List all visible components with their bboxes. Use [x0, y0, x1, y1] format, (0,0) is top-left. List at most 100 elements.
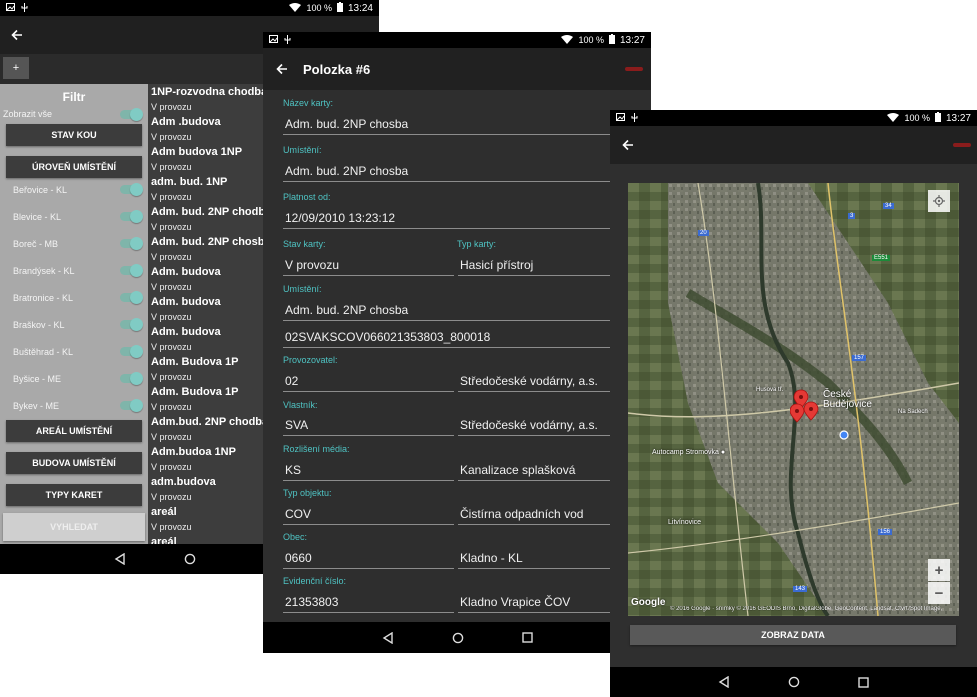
typ-label: Typ karty:: [457, 239, 497, 249]
road-shield-157: 157: [852, 355, 867, 361]
app-bar: Polozka #6: [263, 48, 651, 90]
battery-icon: [934, 112, 941, 124]
wifi-icon: [561, 34, 574, 46]
obec-code-field[interactable]: 0660: [283, 549, 454, 569]
kod-field[interactable]: 02SVAKSCOV066021353803_800018: [283, 328, 610, 348]
location-filter-item[interactable]: Blevice - KL: [0, 203, 148, 230]
location-pin-icon[interactable]: [790, 403, 805, 423]
wifi-icon: [887, 112, 900, 124]
budova-umisteni-button[interactable]: BUDOVA UMÍSTĚNÍ: [6, 452, 142, 474]
location-filter-item[interactable]: Bratronice - KL: [0, 284, 148, 311]
nav-home-icon[interactable]: [452, 632, 464, 644]
evid-code-field[interactable]: 21353803: [283, 593, 454, 613]
vyhledat-button[interactable]: VYHLEDAT: [3, 513, 145, 541]
typy-karet-button[interactable]: TYPY KARET: [6, 484, 142, 506]
status-bar: 100 % 13:27: [610, 110, 977, 126]
nav-back-icon[interactable]: [382, 631, 394, 644]
show-all-toggle[interactable]: [120, 107, 143, 121]
location-toggle[interactable]: [120, 318, 143, 331]
location-filter-item[interactable]: Braškov - KL: [0, 311, 148, 338]
back-arrow-icon[interactable]: [8, 26, 26, 44]
nav-home-icon[interactable]: [184, 553, 196, 565]
my-location-button[interactable]: [928, 190, 950, 212]
app-logo-icon: [953, 143, 971, 147]
status-bar: 100 % 13:27: [263, 32, 651, 48]
location-filter-item[interactable]: Boreč - MB: [0, 230, 148, 257]
evid-name-field[interactable]: Kladno Vrapice ČOV: [458, 593, 610, 613]
vlastnik-label: Vlastník:: [283, 400, 318, 410]
umisteni-field[interactable]: Adm. bud. 2NP chosba: [283, 162, 610, 182]
usb-icon: [284, 34, 291, 46]
location-label: Blevice - KL: [13, 211, 62, 222]
road-shield-143: 143: [793, 586, 808, 592]
typ-field[interactable]: Hasicí přístroj: [458, 256, 610, 276]
location-toggle[interactable]: [120, 372, 143, 385]
status-bar: 100 % 13:24: [0, 0, 379, 16]
location-toggle[interactable]: [120, 345, 143, 358]
vlastnik-code-field[interactable]: SVA: [283, 416, 454, 436]
location-toggle[interactable]: [120, 399, 143, 412]
battery-percent: 100 %: [306, 3, 332, 13]
back-arrow-icon[interactable]: [273, 60, 291, 78]
provozovatel-code-field[interactable]: 02: [283, 372, 454, 392]
rozliseni-name-field[interactable]: Kanalizace splašková: [458, 461, 610, 481]
nav-back-icon[interactable]: [114, 553, 126, 565]
show-data-button[interactable]: ZOBRAZ DATA: [630, 625, 956, 645]
location-filter-item[interactable]: Brandýsek - KL: [0, 257, 148, 284]
stav-field[interactable]: V provozu: [283, 256, 454, 276]
road-shield-20: 20: [698, 230, 709, 236]
location-pin-icon[interactable]: [803, 401, 819, 421]
provozovatel-name-field[interactable]: Středočeské vodárny, a.s.: [458, 372, 610, 392]
location-toggle[interactable]: [120, 210, 143, 223]
nav-recents-icon[interactable]: [858, 676, 869, 688]
location-label: Boreč - MB: [13, 238, 59, 249]
google-logo: Google: [631, 597, 666, 608]
usb-icon: [21, 2, 28, 14]
location-filter-item[interactable]: Bykev - ME: [0, 392, 148, 419]
map-attribution[interactable]: © 2016 Google · snímky © 2016 GEODIS Brn…: [670, 606, 959, 612]
screen-map: 100 % 13:27 20 34 3 E551 157 156 143 Čes…: [610, 110, 977, 697]
nav-back-icon[interactable]: [718, 676, 730, 688]
location-toggle[interactable]: [120, 264, 143, 277]
map-markers[interactable]: [790, 388, 824, 430]
show-all-row[interactable]: Zobrazit vše: [0, 106, 148, 122]
nav-recents-icon[interactable]: [521, 632, 533, 643]
vlastnik-name-field[interactable]: Středočeské vodárny, a.s.: [458, 416, 610, 436]
location-label: Bykev - ME: [13, 400, 60, 411]
nazev-field[interactable]: Adm. bud. 2NP chosba: [283, 115, 610, 135]
umisteni2-field[interactable]: Adm. bud. 2NP chosba: [283, 301, 610, 321]
zoom-in-button[interactable]: +: [928, 559, 950, 581]
poi-marker-icon: ●: [720, 449, 726, 456]
location-filter-item[interactable]: Byšice - ME: [0, 365, 148, 392]
location-filter-item[interactable]: Buštěhrad - KL: [0, 338, 148, 365]
location-filter-item[interactable]: Beřovice - KL: [0, 176, 148, 203]
add-button[interactable]: +: [3, 57, 29, 79]
typobj-name-field[interactable]: Čistírna odpadních vod: [458, 505, 610, 525]
provozovatel-label: Provozovatel:: [283, 355, 338, 365]
road-shield-e551: E551: [872, 255, 891, 261]
nav-home-icon[interactable]: [788, 676, 800, 688]
filter-title: Filtr: [62, 90, 86, 104]
platnost-label: Platnost od:: [283, 192, 331, 202]
location-label: Brandýsek - KL: [13, 265, 75, 276]
battery-icon: [336, 2, 343, 14]
umisteni-label: Umístění:: [283, 145, 322, 155]
uroven-umisteni-button[interactable]: ÚROVEŇ UMÍSTĚNÍ: [6, 156, 142, 178]
areal-umisteni-button[interactable]: AREÁL UMÍSTĚNÍ: [6, 420, 142, 442]
rozliseni-code-field[interactable]: KS: [283, 461, 454, 481]
back-arrow-icon[interactable]: [619, 136, 637, 154]
app-logo-icon: [625, 67, 643, 71]
zoom-out-button[interactable]: −: [928, 582, 950, 604]
battery-icon: [608, 34, 615, 46]
platnost-field[interactable]: 12/09/2010 13:23:12: [283, 209, 610, 229]
rozliseni-label: Rozlišení média:: [283, 444, 350, 454]
location-toggle[interactable]: [120, 237, 143, 250]
location-label: Byšice - ME: [13, 373, 62, 384]
location-toggle[interactable]: [120, 291, 143, 304]
typobj-code-field[interactable]: COV: [283, 505, 454, 525]
satellite-map[interactable]: 20 34 3 E551 157 156 143 České Budějovic…: [628, 183, 959, 616]
stav-button[interactable]: STAV KOU: [6, 124, 142, 146]
obec-name-field[interactable]: Kladno - KL: [458, 549, 610, 569]
location-toggle[interactable]: [120, 183, 143, 196]
image-notification-icon: [616, 113, 625, 123]
